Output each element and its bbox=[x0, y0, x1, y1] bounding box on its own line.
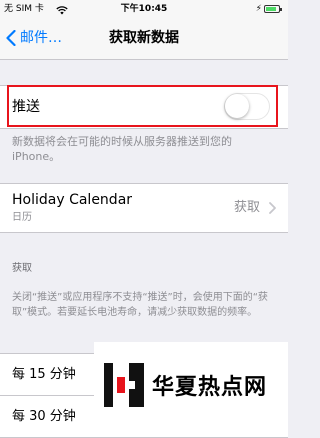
account-row-holiday-calendar[interactable]: Holiday Calendar 日历 获取 bbox=[0, 183, 288, 233]
toggle-knob bbox=[225, 94, 249, 118]
fetch-section-header: 获取 bbox=[12, 263, 32, 274]
account-subtitle: 日历 bbox=[12, 212, 32, 223]
page-title: 获取新数据 bbox=[109, 30, 179, 46]
watermark: 华夏热点网 bbox=[94, 342, 288, 428]
fetch-note: 关闭“推送”或应用程序不支持“推送”时，会使用下面的“获取”模式。若要延长电池寿… bbox=[12, 292, 268, 318]
push-label: 推送 bbox=[12, 99, 40, 115]
push-note: 新数据将会在可能的时候从服务器推送到您的iPhone。 bbox=[12, 135, 232, 163]
status-bar: 无 SIM 卡 下午10:45 ⚡ bbox=[0, 0, 288, 18]
watermark-text: 华夏热点网 bbox=[152, 375, 268, 400]
navigation-bar: 邮件… 获取新数据 bbox=[0, 18, 288, 60]
clock: 下午10:45 bbox=[120, 4, 168, 14]
account-title: Holiday Calendar bbox=[12, 192, 133, 208]
chevron-right-icon bbox=[269, 202, 276, 214]
push-row: 推送 bbox=[0, 85, 288, 129]
account-mode-value: 获取 bbox=[233, 200, 260, 215]
push-toggle[interactable] bbox=[224, 93, 270, 120]
charging-icon: ⚡ bbox=[255, 4, 262, 14]
watermark-logo bbox=[104, 363, 144, 407]
battery-level bbox=[266, 7, 276, 11]
battery-icon bbox=[264, 5, 282, 13]
